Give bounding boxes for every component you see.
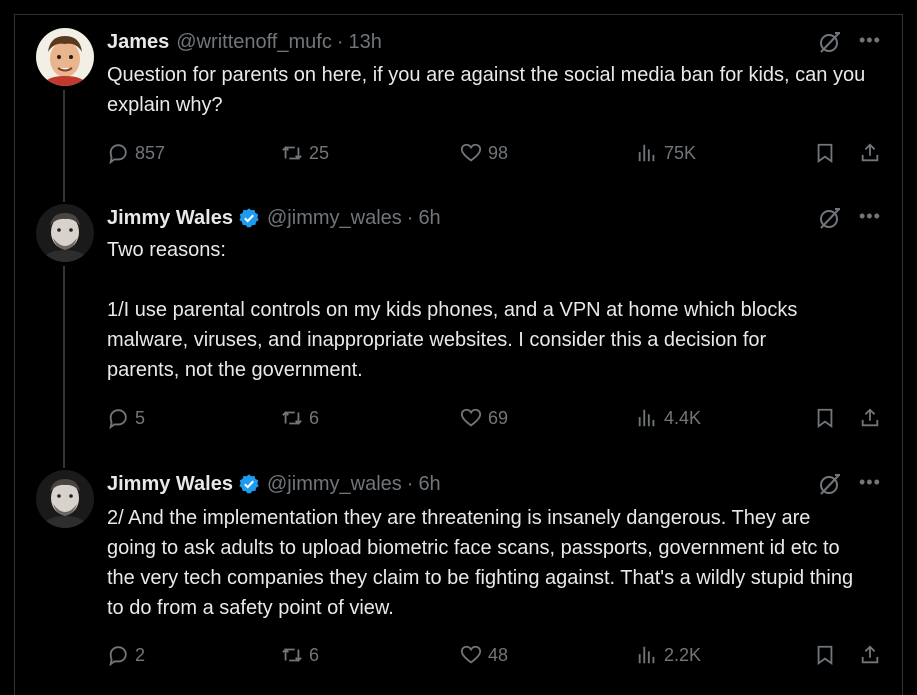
author-name[interactable]: Jimmy Wales bbox=[107, 471, 233, 497]
tweet-actions: 5 6 69 4.4K bbox=[107, 405, 887, 431]
like-icon bbox=[460, 645, 482, 664]
author-handle[interactable]: @writtenoff_mufc bbox=[176, 29, 332, 55]
bookmark-icon bbox=[817, 408, 833, 429]
verified-badge-icon bbox=[239, 208, 259, 228]
tweet-paragraph: 1/I use parental controls on my kids pho… bbox=[107, 299, 798, 381]
like-count: 48 bbox=[488, 645, 509, 665]
like-icon bbox=[460, 408, 482, 427]
tweet-header: James @writtenoff_mufc · 13h bbox=[107, 29, 382, 55]
tweet-actions: 2 6 48 2.2K bbox=[107, 642, 887, 668]
bookmark-button[interactable] bbox=[814, 140, 842, 166]
share-button[interactable] bbox=[859, 405, 887, 431]
separator-dot: · bbox=[336, 31, 344, 53]
tweet-text: 2/ And the implementation they are threa… bbox=[107, 503, 862, 623]
separator-dot: · bbox=[406, 207, 414, 229]
tweet-header: Jimmy Wales @jimmy_wales · 6h bbox=[107, 205, 441, 231]
views-button[interactable]: 75K bbox=[636, 140, 696, 166]
views-count: 4.4K bbox=[664, 408, 702, 428]
reply-button[interactable]: 857 bbox=[107, 140, 165, 166]
separator-dot: · bbox=[406, 473, 414, 495]
like-button[interactable]: 69 bbox=[460, 405, 508, 431]
share-icon bbox=[861, 143, 879, 162]
repost-count: 6 bbox=[309, 408, 320, 428]
reply-icon bbox=[109, 144, 127, 164]
tweet-paragraph bbox=[107, 265, 842, 295]
tweet-paragraph: Two reasons: bbox=[107, 239, 226, 261]
more-icon[interactable]: ••• bbox=[859, 470, 883, 494]
timestamp[interactable]: 13h bbox=[349, 29, 382, 55]
avatar[interactable] bbox=[36, 204, 94, 262]
tweet[interactable]: James @writtenoff_mufc · 13h ••• Questio… bbox=[0, 28, 917, 178]
avatar[interactable] bbox=[36, 470, 94, 528]
reply-button[interactable]: 5 bbox=[107, 405, 145, 431]
share-icon bbox=[861, 408, 879, 427]
avatar[interactable] bbox=[36, 28, 94, 86]
bookmark-button[interactable] bbox=[814, 405, 842, 431]
author-name[interactable]: Jimmy Wales bbox=[107, 205, 233, 231]
repost-button[interactable]: 6 bbox=[281, 642, 319, 668]
share-button[interactable] bbox=[859, 642, 887, 668]
like-button[interactable]: 48 bbox=[460, 642, 508, 668]
tweet-header: Jimmy Wales @jimmy_wales · 6h bbox=[107, 471, 441, 497]
tweet[interactable]: Jimmy Wales @jimmy_wales · 6h ••• Two re… bbox=[0, 204, 917, 444]
like-button[interactable]: 98 bbox=[460, 140, 508, 166]
views-count: 2.2K bbox=[664, 645, 702, 665]
reply-icon bbox=[109, 646, 127, 666]
timestamp[interactable]: 6h bbox=[418, 205, 440, 231]
reply-button[interactable]: 2 bbox=[107, 642, 145, 668]
like-icon bbox=[460, 143, 482, 162]
repost-icon bbox=[282, 411, 302, 425]
tweet-paragraph: Question for parents on here, if you are… bbox=[107, 64, 866, 116]
views-count: 75K bbox=[664, 143, 697, 163]
verified-badge-icon bbox=[239, 474, 259, 494]
repost-icon bbox=[282, 146, 302, 160]
repost-icon bbox=[282, 648, 302, 662]
more-icon[interactable]: ••• bbox=[859, 28, 883, 52]
reply-count: 857 bbox=[135, 143, 166, 163]
bookmark-button[interactable] bbox=[814, 642, 842, 668]
reply-icon bbox=[109, 409, 127, 429]
tweet-actions: 857 25 98 75K bbox=[107, 140, 887, 166]
views-icon bbox=[638, 409, 655, 427]
repost-count: 25 bbox=[309, 143, 330, 163]
repost-button[interactable]: 6 bbox=[281, 405, 319, 431]
grok-icon[interactable] bbox=[818, 30, 842, 54]
like-count: 69 bbox=[488, 408, 509, 428]
tweet[interactable]: Jimmy Wales @jimmy_wales · 6h ••• 2/ And… bbox=[0, 470, 917, 690]
views-icon bbox=[638, 144, 655, 162]
views-button[interactable]: 4.4K bbox=[636, 405, 701, 431]
repost-button[interactable]: 25 bbox=[281, 140, 329, 166]
grok-icon[interactable] bbox=[818, 206, 842, 230]
more-icon[interactable]: ••• bbox=[859, 204, 883, 228]
reply-count: 2 bbox=[135, 645, 146, 665]
like-count: 98 bbox=[488, 143, 509, 163]
repost-count: 6 bbox=[309, 645, 320, 665]
bookmark-icon bbox=[817, 143, 833, 164]
author-name[interactable]: James bbox=[107, 29, 169, 55]
bookmark-icon bbox=[817, 645, 833, 666]
author-handle[interactable]: @jimmy_wales bbox=[267, 205, 402, 231]
views-button[interactable]: 2.2K bbox=[636, 642, 701, 668]
views-icon bbox=[638, 646, 655, 664]
grok-icon[interactable] bbox=[818, 472, 842, 496]
author-handle[interactable]: @jimmy_wales bbox=[267, 471, 402, 497]
tweet-paragraph: 2/ And the implementation they are threa… bbox=[107, 507, 854, 619]
reply-count: 5 bbox=[135, 408, 146, 428]
share-icon bbox=[861, 645, 879, 664]
share-button[interactable] bbox=[859, 140, 887, 166]
tweet-text: Two reasons: 1/I use parental controls o… bbox=[107, 235, 842, 385]
timestamp[interactable]: 6h bbox=[418, 471, 440, 497]
tweet-text: Question for parents on here, if you are… bbox=[107, 60, 867, 120]
